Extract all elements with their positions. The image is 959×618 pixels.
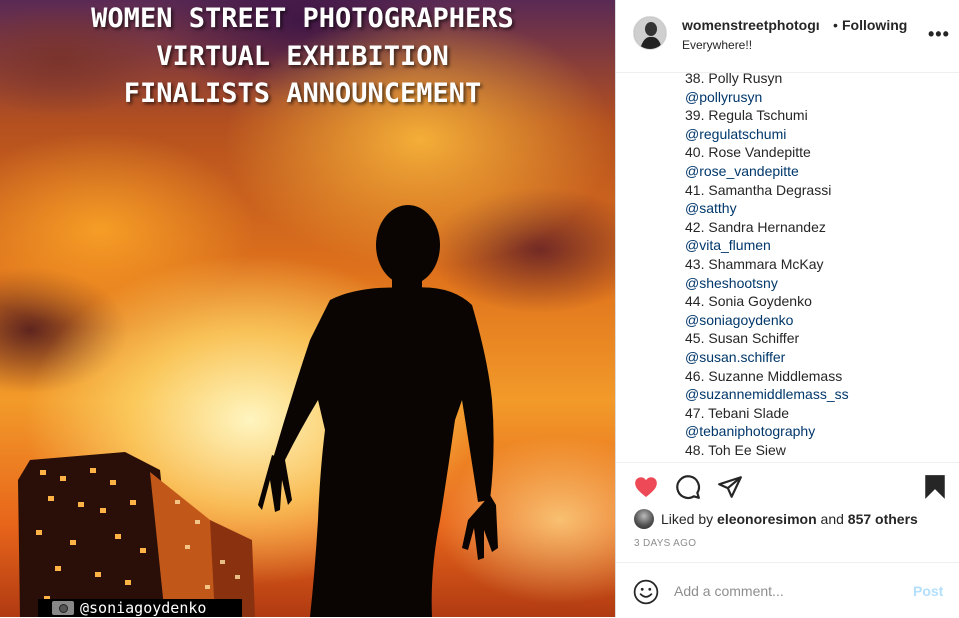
avatar-image — [634, 17, 666, 49]
caption-handle-link[interactable]: @tebaniphotography — [685, 422, 849, 441]
separator-dot: • — [833, 17, 838, 33]
caption-handle-link[interactable]: @sheshootsny — [685, 274, 849, 293]
likes-summary: Liked by eleonoresimon and 857 others — [634, 509, 918, 529]
caption-handle-link[interactable]: @regulatschumi — [685, 125, 849, 144]
post-photo[interactable]: WOMEN STREET PHOTOGRAPHERS VIRTUAL EXHIB… — [0, 0, 615, 617]
likes-and: and — [820, 511, 844, 527]
more-horizontal-icon[interactable]: ••• — [928, 24, 950, 45]
post-header: womenstreetphotogı • Following Everywher… — [616, 0, 959, 73]
action-bar — [616, 462, 959, 512]
photo-watermark: @soniagoydenko — [38, 599, 242, 617]
comment-input[interactable]: Add a comment... — [674, 583, 784, 599]
liker-username[interactable]: eleonoresimon — [717, 511, 817, 527]
photo-title-line: VIRTUAL EXHIBITION — [156, 40, 449, 72]
caption-handle-link[interactable]: @soniagoydenko — [685, 311, 849, 330]
post-timestamp[interactable]: 3 DAYS AGO — [634, 538, 696, 549]
likes-prefix: Liked by — [661, 511, 714, 527]
share-icon[interactable] — [717, 474, 743, 500]
watermark-handle: @soniagoydenko — [80, 599, 207, 617]
caption-name-line: 38. Polly Rusyn — [685, 72, 783, 86]
caption-name-line: 48. Toh Ee Siew — [685, 441, 786, 458]
comment-bar: Add a comment... Post — [616, 562, 959, 618]
photo-title-line: WOMEN STREET PHOTOGRAPHERS — [91, 3, 514, 34]
caption-name-line: 47. Tebani Slade — [685, 404, 790, 421]
caption-name-line: 46. Suzanne Middlemass — [685, 367, 843, 384]
liker-avatar[interactable] — [634, 509, 654, 529]
caption-list: 38. Polly Rusyn @pollyrusyn 39. Regula Tsc… — [685, 72, 849, 459]
caption-area[interactable]: 38. Polly Rusyn @pollyrusyn 39. Regula Tsc… — [616, 72, 959, 463]
caption-handle-link[interactable]: @rose_vandepitte — [685, 162, 849, 181]
caption-name-line: 39. Regula Tschumi — [685, 107, 808, 124]
heart-icon[interactable] — [633, 474, 659, 500]
caption-name-line: 45. Susan Schiffer — [685, 330, 800, 347]
caption-name-line: 43. Shammara McKay — [685, 255, 824, 272]
avatar[interactable] — [633, 16, 667, 50]
caption-name-line: 42. Sandra Hernandez — [685, 218, 826, 235]
camera-icon — [52, 601, 74, 615]
building — [18, 452, 255, 617]
caption-handle-link[interactable]: @satthy — [685, 199, 849, 218]
caption-handle-link[interactable]: @suzannemiddlemass_ss — [685, 385, 849, 404]
caption-handle-link[interactable]: @pollyrusyn — [685, 88, 849, 107]
username-link[interactable]: womenstreetphotogı — [682, 17, 820, 33]
caption-name-line: 44. Sonia Goydenko — [685, 293, 812, 310]
comment-icon[interactable] — [675, 474, 701, 500]
post-panel: womenstreetphotogı • Following Everywher… — [615, 0, 959, 617]
post-button[interactable]: Post — [913, 583, 943, 599]
caption-name-line: 40. Rose Vandepitte — [685, 144, 811, 161]
caption-name-line: 41. Samantha Degrassi — [685, 181, 832, 198]
photo-title-line: FINALISTS ANNOUNCEMENT — [123, 78, 482, 109]
bookmark-icon[interactable] — [922, 474, 948, 500]
caption-handle-link[interactable]: @vita_flumen — [685, 236, 849, 255]
photo-title: WOMEN STREET PHOTOGRAPHERS VIRTUAL EXHIB… — [0, 0, 605, 113]
emoji-icon[interactable] — [633, 579, 659, 605]
location-link[interactable]: Everywhere!! — [682, 38, 752, 52]
caption-handle-link[interactable]: @susan.schiffer — [685, 348, 849, 367]
silhouette — [258, 205, 498, 617]
following-button[interactable]: Following — [842, 17, 907, 33]
likes-count[interactable]: 857 others — [848, 511, 918, 527]
